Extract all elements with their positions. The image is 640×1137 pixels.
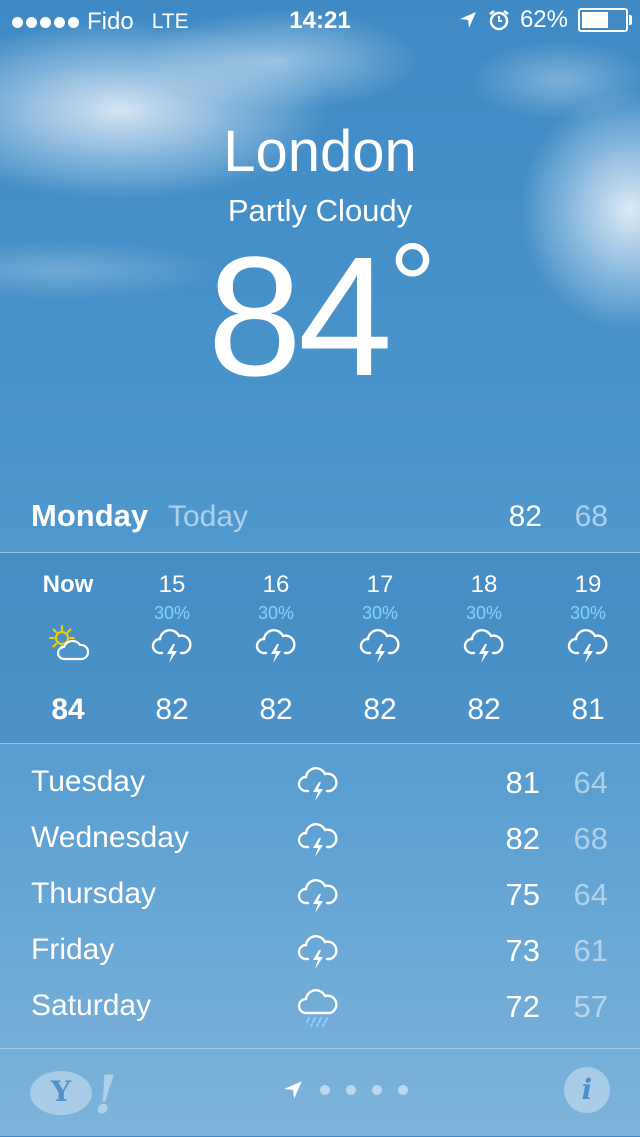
battery-icon [578,8,632,32]
precipitation-chance: 30% [153,603,191,623]
hourly-forecast[interactable]: Now 84 15 30% 82 16 30% 82 17 30% 82 18 30% 82 19 30% 81 [0,553,640,744]
daily-forecast-row: Saturday 72 57 [0,979,640,1035]
forecast-day: Tuesday [31,765,145,798]
precipitation-chance: 30% [257,603,295,623]
thunderstorm-icon [296,873,340,917]
precipitation-chance: 30% [361,603,399,623]
daily-forecast-row: Wednesday 82 68 [0,811,640,867]
hour-label: 18 [470,571,498,598]
forecast-high: 73 [505,933,540,968]
thunderstorm-icon [566,623,610,667]
forecast-high: 82 [505,821,540,856]
hour-label: 17 [366,571,394,598]
footer-toolbar: Y ! i [0,1048,640,1137]
yahoo-logo: Y [51,1075,71,1108]
forecast-high: 75 [505,877,540,912]
daily-forecast-row: Friday 73 61 [0,923,640,979]
thunderstorm-icon [296,817,340,861]
page-indicator[interactable] [282,1079,408,1101]
forecast-low: 64 [573,765,608,800]
today-low: 68 [574,500,608,533]
city-name: London [223,119,417,184]
info-button[interactable]: i [564,1067,610,1113]
hour-temperature: 82 [363,693,397,726]
degree-symbol: ° [388,219,437,353]
hour-temperature: 81 [571,693,605,726]
thunderstorm-icon [254,623,298,667]
page-dot [372,1085,382,1095]
daily-forecast-row: Thursday 75 64 [0,867,640,923]
hour-label: 15 [158,571,186,598]
thunderstorm-icon [296,761,340,805]
thunderstorm-icon [462,623,506,667]
precipitation-chance: 30% [569,603,607,623]
current-temperature: 84° [0,226,640,402]
page-dot [398,1085,408,1095]
hour-label: 19 [574,571,602,598]
hour-label: Now [42,571,94,598]
forecast-low: 68 [573,821,608,856]
hour-temperature: 82 [155,693,189,726]
yahoo-logo-button[interactable]: Y ! [30,1065,117,1126]
hour-temperature: 82 [259,693,293,726]
partly-sunny-icon [46,623,90,667]
location-arrow-icon [459,12,476,28]
today-day: Monday [31,498,149,533]
precipitation-chance: 30% [465,603,503,623]
hour-label: 16 [262,571,290,598]
today-high: 82 [508,500,542,533]
status-bar: Fido LTE 14:21 62% [0,0,640,40]
hour-temperature: 84 [51,693,85,726]
forecast-low: 57 [573,989,608,1024]
forecast-high: 72 [505,989,540,1024]
thunderstorm-icon [296,929,340,973]
forecast-day: Friday [31,933,115,966]
today-summary-row: Monday Today 82 68 [0,490,640,553]
alarm-icon [489,10,509,31]
thunderstorm-icon [150,623,194,667]
forecast-high: 81 [505,765,540,800]
daily-forecast-row: Tuesday 81 64 [0,755,640,811]
forecast-day: Thursday [31,877,157,910]
hour-temperature: 82 [467,693,501,726]
forecast-day: Saturday [31,989,152,1022]
forecast-low: 61 [573,933,608,968]
battery-percent: 62% [519,6,568,33]
thunderstorm-icon [358,623,402,667]
rain-icon [296,985,340,1029]
forecast-day: Wednesday [31,821,189,854]
location-arrow-icon [284,1081,302,1099]
temperature-value: 84 [207,222,392,412]
today-label: Today [168,500,249,533]
page-dot [320,1085,330,1095]
page-dot [346,1085,356,1095]
forecast-low: 64 [573,877,608,912]
